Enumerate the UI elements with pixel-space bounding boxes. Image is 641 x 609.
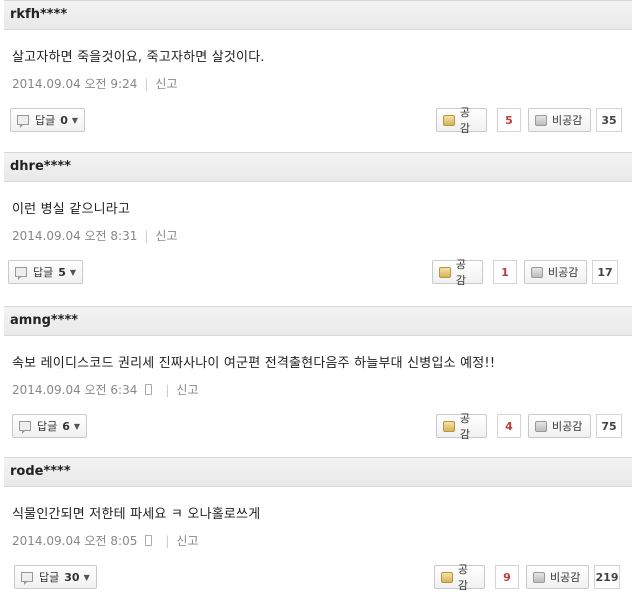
report-link[interactable]: 신고 [155,227,177,244]
comment-date: 2014.09.04 오전 6:34 [12,383,138,397]
meta-divider: | [144,228,149,243]
chevron-down-icon: ▼ [71,115,79,125]
dislike-button[interactable]: 비공감 [528,108,591,132]
dislike-label: 비공감 [548,266,579,279]
comment-date: 2014.09.04 오전 8:31 [12,229,138,243]
reply-label: 답글 [39,571,60,584]
speech-bubble-icon [17,115,29,128]
meta-divider: | [144,76,149,91]
chevron-down-icon: ▼ [69,267,77,277]
comment-actions: 답글 0 ▼ 공감 5 비공감 35 [4,106,632,135]
comment-item: amng**** 속보 레이디스코드 권리세 진짜사나이 여군편 전격출현다음주… [4,306,632,441]
comment-item: dhre**** 이런 병실 같으니라고 2014.09.04 오전 8:31 … [4,152,632,287]
comment-username[interactable]: rkfh**** [4,0,632,30]
dislike-button[interactable]: 비공감 [524,260,587,284]
report-link[interactable]: 신고 [155,75,177,92]
dislike-label: 비공감 [552,114,583,127]
like-count: 1 [493,260,517,284]
comment-username[interactable]: amng**** [4,306,632,336]
mobile-phone-icon [145,535,153,546]
comment-item: rode**** 식물인간되면 저한테 파세요 ㅋ 오나홀로쓰게 2014.09… [4,457,632,592]
thumbs-up-icon [441,571,453,583]
dislike-button[interactable]: 비공감 [528,414,591,438]
comment-date: 2014.09.04 오전 8:05 [12,534,138,548]
dislike-count: 219 [594,565,620,589]
dislike-count: 17 [592,260,618,284]
dislike-label: 비공감 [550,571,581,584]
like-label: 공감 [455,258,467,287]
thumbs-down-icon [531,266,543,278]
comment-text: 속보 레이디스코드 권리세 진짜사나이 여군편 전격출현다음주 하늘부대 신병입… [12,356,496,371]
report-link[interactable]: 신고 [176,532,198,549]
reply-count: 30 [64,570,80,584]
reply-button[interactable]: 답글 5 ▼ [8,260,84,284]
reply-count: 0 [60,113,68,127]
like-count: 9 [495,565,519,589]
reply-button[interactable]: 답글 0 ▼ [10,108,86,132]
reply-count: 5 [58,265,66,279]
speech-bubble-icon [15,267,27,280]
chevron-down-icon: ▼ [73,421,81,431]
comment-actions: 답글 30 ▼ 공감 9 비공감 219 [4,563,632,592]
dislike-label: 비공감 [552,420,583,433]
comment-username[interactable]: rode**** [4,457,632,487]
comment-date: 2014.09.04 오전 9:24 [12,77,138,91]
comment-meta: 2014.09.04 오전 9:24 | 신고 [12,75,632,92]
speech-bubble-icon [19,421,31,434]
like-button[interactable]: 공감 [436,412,487,441]
reply-label: 답글 [35,114,56,127]
dislike-count: 35 [596,108,622,132]
mobile-phone-icon [145,384,153,395]
speech-bubble-icon [21,572,33,585]
reply-label: 답글 [37,420,58,433]
dislike-button[interactable]: 비공감 [526,565,589,589]
comment-meta: 2014.09.04 오전 8:05 | 신고 [12,532,632,549]
comment-actions: 답글 6 ▼ 공감 4 비공감 75 [4,412,632,441]
comment-text: 이런 병실 같으니라고 [12,202,131,217]
comment-actions: 답글 5 ▼ 공감 1 비공감 17 [4,258,632,287]
reply-button[interactable]: 답글 30 ▼ [14,565,97,589]
reply-label: 답글 [33,266,54,279]
thumbs-up-icon [443,420,455,432]
like-count: 4 [497,414,521,438]
reply-button[interactable]: 답글 6 ▼ [12,414,88,438]
comment-username[interactable]: dhre**** [4,152,632,182]
like-button[interactable]: 공감 [432,258,483,287]
like-label: 공감 [459,106,471,135]
like-label: 공감 [459,412,471,441]
meta-divider: | [165,382,170,397]
dislike-count: 75 [596,414,622,438]
comment-meta: 2014.09.04 오전 6:34 | 신고 [12,381,632,398]
like-button[interactable]: 공감 [436,106,487,135]
thumbs-up-icon [439,266,451,278]
thumbs-down-icon [535,420,547,432]
thumbs-down-icon [533,571,545,583]
like-label: 공감 [457,563,469,592]
comment-text: 식물인간되면 저한테 파세요 ㅋ 오나홀로쓰게 [12,507,261,522]
chevron-down-icon: ▼ [83,572,90,582]
comment-text: 살고자하면 죽을것이요, 죽고자하면 살것이다. [12,50,265,65]
comment-meta: 2014.09.04 오전 8:31 | 신고 [12,227,632,244]
reply-count: 6 [62,419,70,433]
report-link[interactable]: 신고 [176,381,198,398]
comment-item: rkfh**** 살고자하면 죽을것이요, 죽고자하면 살것이다. 2014.0… [4,0,632,135]
meta-divider: | [165,533,170,548]
thumbs-up-icon [443,114,455,126]
like-button[interactable]: 공감 [434,563,485,592]
thumbs-down-icon [535,114,547,126]
like-count: 5 [497,108,521,132]
